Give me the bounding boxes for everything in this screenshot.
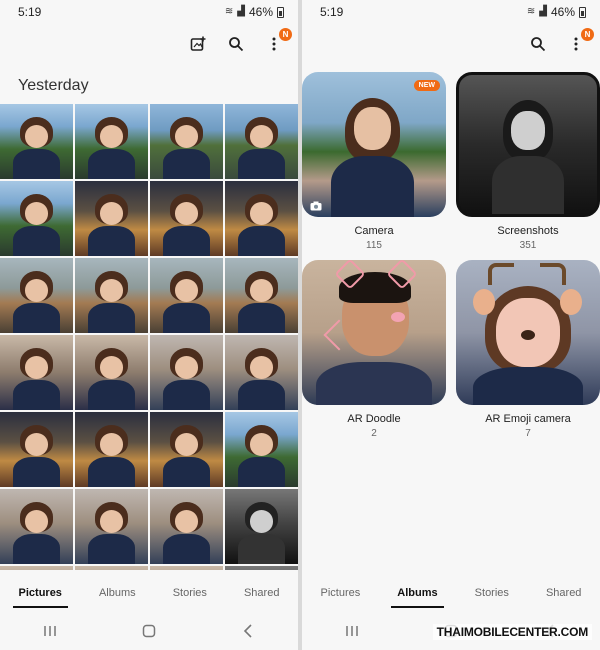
photo-thumbnail[interactable] xyxy=(150,258,223,333)
recents-icon[interactable] xyxy=(35,619,65,643)
system-nav-bar xyxy=(0,616,298,646)
photo-thumbnail[interactable] xyxy=(0,181,73,256)
photo-thumbnail[interactable] xyxy=(225,104,298,179)
album-name: AR Emoji camera xyxy=(485,413,571,425)
battery-percent: 46% xyxy=(550,5,575,19)
photo-thumbnail[interactable] xyxy=(75,258,148,333)
photo-thumbnail[interactable] xyxy=(225,258,298,333)
battery-icon xyxy=(277,6,284,18)
photo-thumbnail[interactable] xyxy=(150,181,223,256)
toolbar: N xyxy=(188,28,292,54)
photo-thumbnail[interactable] xyxy=(75,412,148,487)
photo-grid xyxy=(0,104,298,570)
section-title: Yesterday xyxy=(18,77,89,94)
status-bar: 5:19 ≋ ▟ 46% xyxy=(0,0,298,24)
search-icon[interactable] xyxy=(226,34,246,54)
photo-thumbnail[interactable] xyxy=(225,181,298,256)
gallery-pictures-screen: 5:19 ≋ ▟ 46% N Yesterday Pictures Albums… xyxy=(0,0,298,650)
album-name: Screenshots xyxy=(497,225,559,237)
photo-thumbnail[interactable] xyxy=(150,104,223,179)
album-count: 351 xyxy=(519,240,537,251)
tab-albums[interactable]: Albums xyxy=(391,580,444,608)
home-icon[interactable] xyxy=(134,619,164,643)
photo-thumbnail[interactable] xyxy=(150,335,223,410)
album-thumbnail[interactable]: NEW xyxy=(302,72,446,217)
photo-thumbnail[interactable] xyxy=(0,489,73,564)
bottom-tabs: Pictures Albums Stories Shared xyxy=(302,580,600,608)
add-photo-icon[interactable] xyxy=(188,34,208,54)
album-count: 2 xyxy=(371,428,377,439)
tab-pictures[interactable]: Pictures xyxy=(12,580,68,608)
photo-thumbnail[interactable] xyxy=(225,335,298,410)
tab-pictures[interactable]: Pictures xyxy=(315,580,367,608)
album-thumbnail[interactable] xyxy=(302,260,446,405)
photo-thumbnail[interactable] xyxy=(225,489,298,564)
more-vertical-icon[interactable]: N xyxy=(264,28,292,54)
photo-thumbnail[interactable] xyxy=(0,335,73,410)
photo-thumbnail[interactable] xyxy=(150,566,223,570)
new-badge: NEW xyxy=(413,80,440,91)
tab-stories[interactable]: Stories xyxy=(167,580,213,608)
photo-thumbnail[interactable] xyxy=(225,412,298,487)
signal-icon: ▟ xyxy=(237,6,245,17)
photo-thumbnail[interactable] xyxy=(0,412,73,487)
battery-percent: 46% xyxy=(248,5,273,19)
recents-icon[interactable] xyxy=(337,619,367,643)
photo-thumbnail[interactable] xyxy=(75,489,148,564)
album-name: AR Doodle xyxy=(347,413,401,425)
album-name: Camera xyxy=(354,225,394,237)
wifi-icon: ≋ xyxy=(526,6,536,17)
tab-shared[interactable]: Shared xyxy=(238,580,285,608)
status-system-icons: ≋ ▟ 46% xyxy=(225,5,284,19)
photo-thumbnail[interactable] xyxy=(75,335,148,410)
tab-shared[interactable]: Shared xyxy=(540,580,587,608)
photo-thumbnail[interactable] xyxy=(75,104,148,179)
album-ar-doodle[interactable]: AR Doodle 2 xyxy=(302,260,446,439)
photo-thumbnail[interactable] xyxy=(150,412,223,487)
status-time: 5:19 xyxy=(18,5,42,19)
more-vertical-icon[interactable]: N xyxy=(566,28,594,54)
photo-thumbnail[interactable] xyxy=(0,258,73,333)
site-watermark: THAIMOBILECENTER.COM xyxy=(432,624,592,640)
album-thumbnail[interactable] xyxy=(456,260,600,405)
tab-albums[interactable]: Albums xyxy=(93,580,142,608)
bottom-tabs: Pictures Albums Stories Shared xyxy=(0,580,298,608)
toolbar: N xyxy=(528,28,594,54)
tab-stories[interactable]: Stories xyxy=(469,580,515,608)
notification-badge: N xyxy=(581,28,594,41)
search-icon[interactable] xyxy=(528,34,548,54)
status-time: 5:19 xyxy=(320,5,344,19)
notification-badge: N xyxy=(279,28,292,41)
back-icon[interactable] xyxy=(233,619,263,643)
album-camera[interactable]: NEW Camera 115 xyxy=(302,72,446,251)
album-ar-emoji-camera[interactable]: AR Emoji camera 7 xyxy=(456,260,600,439)
album-thumbnail[interactable] xyxy=(456,72,600,217)
album-count: 115 xyxy=(366,240,382,251)
photo-thumbnail[interactable] xyxy=(225,566,298,570)
status-system-icons: ≋ ▟ 46% xyxy=(527,5,586,19)
photo-thumbnail[interactable] xyxy=(75,566,148,570)
gallery-albums-screen: 5:19 ≋ ▟ 46% N NEW Camera 115 Screenshot… xyxy=(302,0,600,650)
photo-thumbnail[interactable] xyxy=(75,181,148,256)
photo-thumbnail[interactable] xyxy=(150,489,223,564)
camera-icon xyxy=(310,201,322,211)
signal-icon: ▟ xyxy=(539,6,547,17)
album-count: 7 xyxy=(525,428,531,439)
photo-thumbnail[interactable] xyxy=(0,566,73,570)
photo-thumbnail[interactable] xyxy=(0,104,73,179)
battery-icon xyxy=(579,6,586,18)
status-bar: 5:19 ≋ ▟ 46% xyxy=(302,0,600,24)
album-screenshots[interactable]: Screenshots 351 xyxy=(456,72,600,251)
wifi-icon: ≋ xyxy=(224,6,234,17)
